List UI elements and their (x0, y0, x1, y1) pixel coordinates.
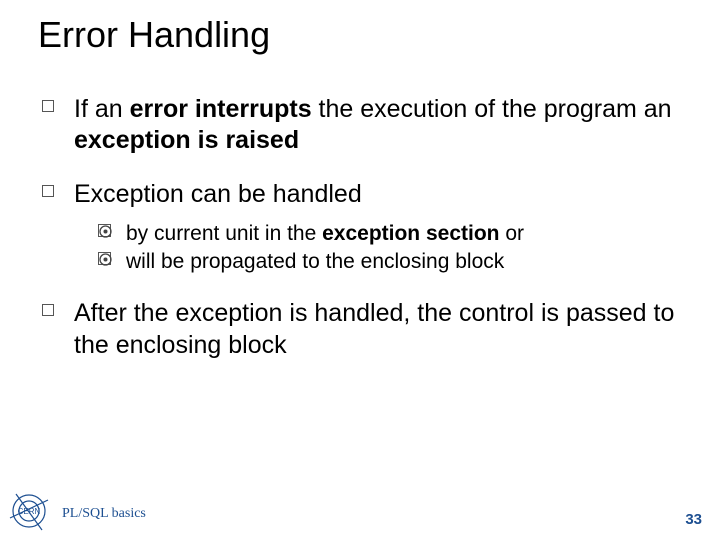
page-number: 33 (685, 511, 702, 528)
sub-bullet-list: by current unit in the exception section… (98, 220, 680, 277)
target-bullet-icon (98, 252, 111, 265)
bullet-text: If an error interrupts the execution of … (74, 95, 672, 154)
bullet-lvl1: If an error interrupts the execution of … (42, 94, 680, 157)
sub-bullet-text: by current unit in the exception section… (126, 222, 524, 245)
slide-title: Error Handling (38, 14, 270, 56)
square-bullet-icon (42, 304, 54, 316)
bullet-lvl1: Exception can be handled by current unit … (42, 179, 680, 277)
bullet-lvl2: by current unit in the exception section… (98, 220, 680, 248)
slide: Error Handling If an error interrupts th… (0, 0, 720, 540)
logo-label: CERN (18, 507, 41, 516)
square-bullet-icon (42, 185, 54, 197)
cern-logo-icon: CERN (8, 490, 50, 532)
bullet-lvl1: After the exception is handled, the cont… (42, 298, 680, 361)
slide-body: If an error interrupts the execution of … (42, 94, 680, 383)
bullet-text: After the exception is handled, the cont… (74, 299, 674, 358)
bullet-lvl2: will be propagated to the enclosing bloc… (98, 248, 680, 276)
square-bullet-icon (42, 100, 54, 112)
bullet-text: Exception can be handled (74, 180, 362, 208)
slide-footer: CERN PL/SQL basics 33 (0, 488, 720, 540)
footer-text: PL/SQL basics (62, 506, 146, 522)
target-bullet-icon (98, 224, 111, 237)
sub-bullet-text: will be propagated to the enclosing bloc… (126, 250, 504, 273)
